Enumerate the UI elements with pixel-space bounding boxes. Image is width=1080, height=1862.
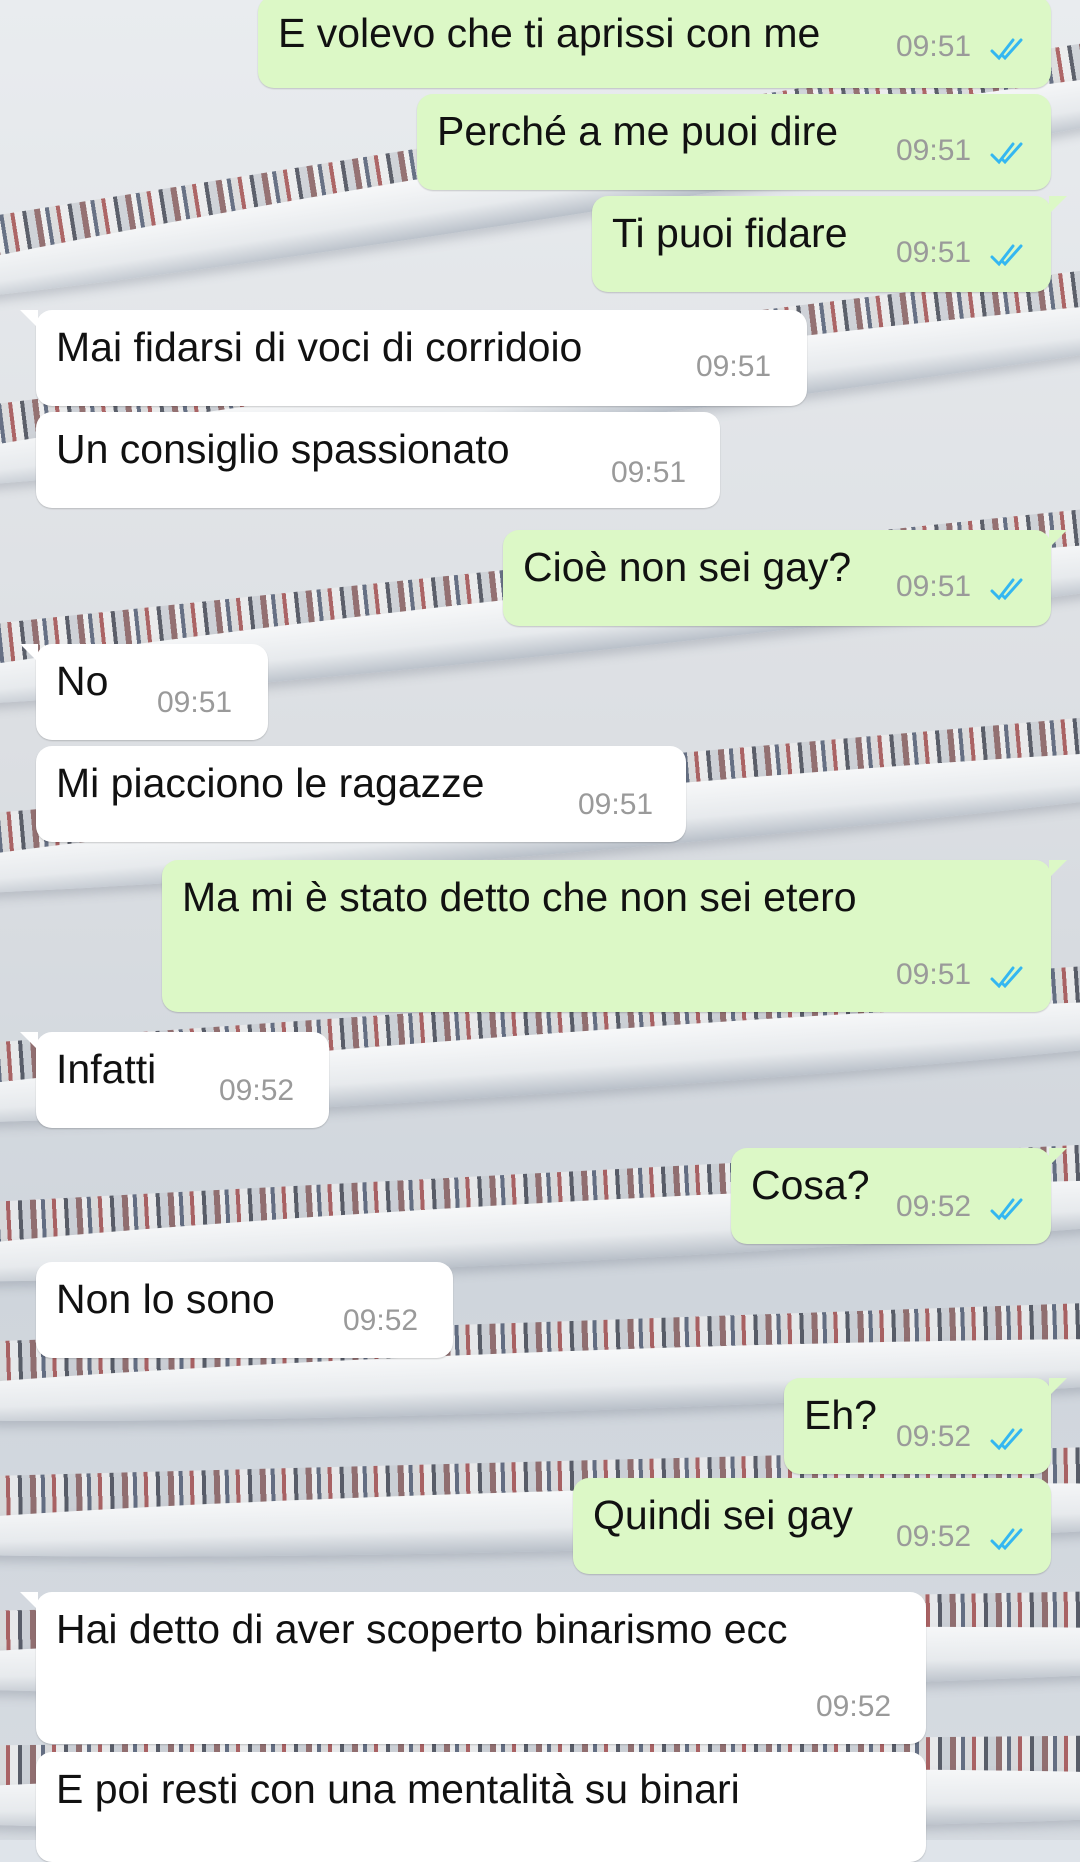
message-text: Infatti bbox=[56, 1046, 157, 1092]
message-text: Ma mi è stato detto che non sei etero bbox=[182, 874, 857, 920]
message-text: Ti puoi fidare bbox=[612, 210, 848, 256]
outgoing-message[interactable]: Ti puoi fidare 09:51 bbox=[592, 196, 1067, 292]
incoming-message[interactable]: E poi resti con una mentalità su binari bbox=[36, 1752, 926, 1862]
message-text: Mi piacciono le ragazze bbox=[56, 760, 485, 806]
double-check-icon bbox=[990, 578, 1023, 601]
message-timestamp: 09:51 bbox=[896, 570, 972, 603]
double-check-icon bbox=[990, 1528, 1023, 1551]
double-check-icon bbox=[990, 244, 1023, 267]
incoming-message[interactable]: Infatti 09:52 bbox=[20, 1032, 329, 1128]
incoming-message[interactable]: Non lo sono 09:52 bbox=[36, 1262, 453, 1358]
double-check-icon bbox=[990, 966, 1023, 989]
double-check-icon bbox=[990, 142, 1023, 165]
message-text: Mai fidarsi di voci di corridoio bbox=[56, 324, 583, 370]
message-timestamp: 09:51 bbox=[157, 686, 233, 719]
outgoing-message[interactable]: Ma mi è stato detto che non sei etero 09:… bbox=[162, 860, 1067, 1012]
message-text: Non lo sono bbox=[56, 1276, 275, 1322]
message-timestamp: 09:51 bbox=[896, 30, 972, 63]
message-text: E poi resti con una mentalità su binari bbox=[56, 1766, 740, 1812]
message-timestamp: 09:52 bbox=[896, 1420, 972, 1453]
message-timestamp: 09:51 bbox=[896, 134, 972, 167]
outgoing-message[interactable]: E volevo che ti aprissi con me 09:51 bbox=[258, 0, 1051, 88]
double-check-icon bbox=[990, 1428, 1023, 1451]
message-timestamp: 09:52 bbox=[896, 1190, 972, 1223]
message-timestamp: 09:51 bbox=[578, 788, 654, 821]
message-timestamp: 09:51 bbox=[896, 958, 972, 991]
message-text: Un consiglio spassionato bbox=[56, 426, 510, 472]
message-text: Quindi sei gay bbox=[593, 1492, 853, 1538]
incoming-message[interactable]: Un consiglio spassionato 09:51 bbox=[36, 412, 720, 508]
message-timestamp: 09:51 bbox=[896, 236, 972, 269]
message-timestamp: 09:52 bbox=[219, 1074, 295, 1107]
outgoing-message[interactable]: Quindi sei gay 09:52 bbox=[573, 1478, 1051, 1574]
message-text: No bbox=[56, 658, 109, 704]
double-check-icon bbox=[990, 38, 1023, 61]
message-text: Perché a me puoi dire bbox=[437, 108, 839, 154]
message-text: E volevo che ti aprissi con me bbox=[278, 10, 821, 56]
message-timestamp: 09:52 bbox=[343, 1304, 419, 1337]
message-text: Cosa? bbox=[751, 1162, 870, 1208]
message-timestamp: 09:52 bbox=[816, 1690, 892, 1723]
outgoing-message[interactable]: Eh? 09:52 bbox=[784, 1378, 1067, 1474]
message-text: Cioè non sei gay? bbox=[523, 544, 852, 590]
outgoing-message[interactable]: Cosa? 09:52 bbox=[731, 1148, 1067, 1244]
incoming-message[interactable]: Mai fidarsi di voci di corridoio 09:51 bbox=[20, 310, 807, 406]
message-timestamp: 09:52 bbox=[896, 1520, 972, 1553]
outgoing-message[interactable]: Perché a me puoi dire 09:51 bbox=[417, 94, 1051, 190]
message-text: Hai detto di aver scoperto binarismo ecc bbox=[56, 1606, 788, 1652]
double-check-icon bbox=[990, 1198, 1023, 1221]
message-timestamp: 09:51 bbox=[696, 350, 772, 383]
message-text: Eh? bbox=[804, 1392, 877, 1438]
message-timestamp: 09:51 bbox=[611, 456, 687, 489]
incoming-message[interactable]: Mi piacciono le ragazze 09:51 bbox=[36, 746, 686, 842]
incoming-message[interactable]: Hai detto di aver scoperto binarismo ecc… bbox=[20, 1592, 926, 1744]
incoming-message[interactable]: No 09:51 bbox=[20, 644, 268, 740]
outgoing-message[interactable]: Cioè non sei gay? 09:51 bbox=[503, 530, 1067, 626]
